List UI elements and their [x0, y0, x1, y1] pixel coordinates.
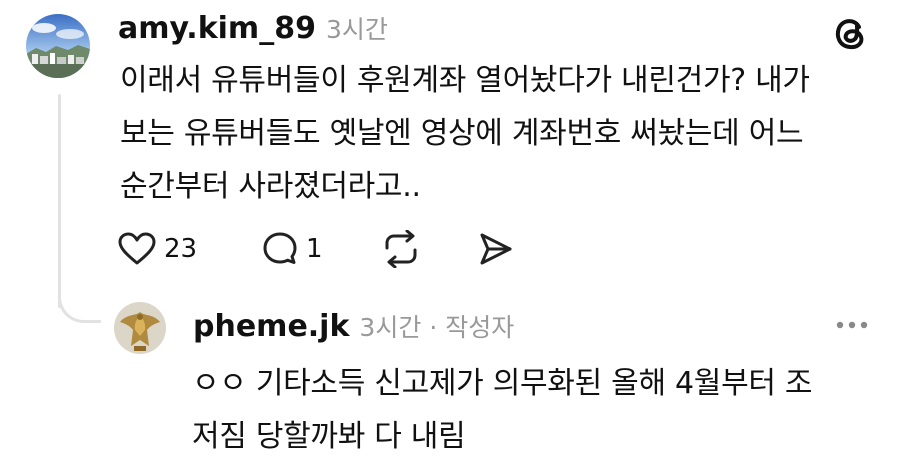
threads-logo-icon[interactable]	[829, 12, 871, 54]
post-body: 이래서 유튜버들이 후원계좌 열어놨다가 내린건가? 내가 보는 유튜버들도 옛…	[120, 54, 810, 213]
post-author-avatar[interactable]	[26, 14, 90, 78]
meta-separator: ·	[429, 313, 438, 342]
reply-author-avatar[interactable]	[114, 302, 166, 354]
post-body-line: 보는 유튜버들도 옛날엔 영상에 계좌번호 써놨는데 어느	[120, 116, 804, 151]
repost-button[interactable]	[381, 230, 421, 268]
avatar-cityscape-image	[26, 14, 90, 78]
post-username[interactable]: amy.kim_89	[118, 11, 316, 46]
reply-username[interactable]: pheme.jk	[193, 309, 349, 344]
post-timestamp: 3시간	[325, 15, 388, 44]
reply-body: ㅇㅇ 기타소득 신고제가 의무화된 올해 4월부터 조 저짐 당할까봐 다 내림	[192, 357, 813, 463]
reply-body-line: 저짐 당할까봐 다 내림	[192, 419, 466, 454]
avatar-golden-eagle-image	[114, 302, 166, 354]
post-header: amy.kim_89 3시간	[118, 10, 388, 46]
heart-icon	[118, 232, 156, 265]
comment-count: 1	[306, 234, 323, 264]
share-icon	[480, 233, 512, 265]
comment-button[interactable]: 1	[262, 231, 323, 267]
thread-connector-hook	[58, 280, 101, 323]
post-body-line: 순간부터 사라졌더라고..	[120, 169, 421, 204]
share-button[interactable]	[479, 232, 513, 266]
reply-timestamp: 3시간	[359, 313, 422, 342]
reply-body-line: ㅇㅇ 기타소득 신고제가 의무화된 올해 4월부터 조	[192, 366, 813, 401]
more-options-icon[interactable]	[832, 313, 872, 337]
comment-icon	[263, 232, 297, 264]
repost-icon	[385, 230, 417, 268]
post-body-line: 이래서 유튜버들이 후원계좌 열어놨다가 내린건가? 내가	[120, 63, 810, 98]
reply-header: pheme.jk 3시간 · 작성자	[193, 308, 514, 344]
like-button[interactable]: 23	[118, 232, 197, 266]
like-count: 23	[164, 234, 198, 264]
thread-connector-line	[58, 94, 61, 308]
author-badge: 작성자	[445, 313, 515, 342]
